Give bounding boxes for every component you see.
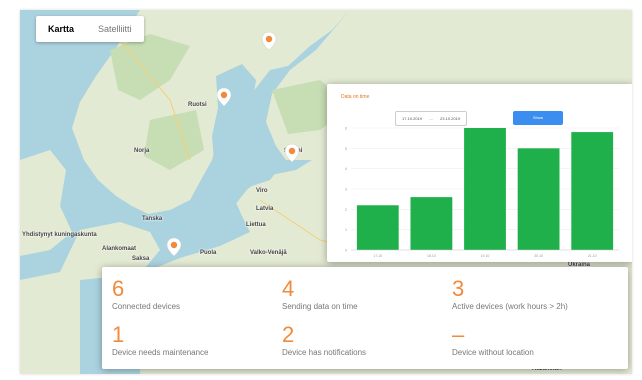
map-label-estonia: Viro [256, 188, 268, 194]
map-label-lithuania: Liettua [246, 222, 266, 228]
x-tick-label: 18.10 [427, 254, 436, 258]
map-label-poland: Puola [200, 250, 217, 256]
y-tick-label: 3 [345, 188, 347, 192]
x-tick-label: 20.10 [534, 254, 543, 258]
chart-bar[interactable] [356, 205, 399, 250]
map-label-uk: Yhdistynyt kuningaskunta [22, 232, 97, 238]
chart-bar[interactable] [571, 132, 614, 250]
y-tick-label: 6 [345, 127, 347, 131]
stat-has-notifications: 2 Device has notifications [282, 322, 367, 358]
stat-label: Active devices (work hours > 2h) [452, 302, 568, 311]
y-tick-label: 4 [345, 167, 347, 171]
stat-label: Device needs maintenance [112, 348, 209, 357]
map-type-satellite-button[interactable]: Satelliitti [86, 16, 144, 42]
y-tick-label: 5 [345, 147, 347, 151]
stat-label: Device without location [452, 348, 534, 357]
map-label-denmark: Tanska [142, 216, 163, 222]
map-label-norway: Norja [134, 148, 150, 154]
stat-sending-on-time: 4 Sending data on time [282, 276, 358, 312]
y-tick-label: 1 [345, 228, 347, 232]
stat-value: 2 [282, 322, 295, 347]
y-tick-label: 0 [345, 249, 347, 253]
map-pin-icon[interactable] [217, 88, 231, 106]
x-tick-label: 19.10 [481, 254, 490, 258]
stat-label: Connected devices [112, 302, 181, 311]
stat-active-devices: 3 Active devices (work hours > 2h) [452, 276, 568, 312]
bar-chart: 0 1 2 3 4 5 6 17.10 18.10 19.10 20.10 21.10 [345, 127, 619, 258]
stat-value: 6 [112, 276, 125, 301]
chart-bar[interactable] [517, 148, 560, 250]
map-label-sweden: Ruotsi [188, 102, 207, 108]
map-type-map-button[interactable]: Kartta [36, 16, 86, 42]
map-label-latvia: Latvia [256, 206, 274, 212]
stat-without-location: – Device without location [452, 322, 534, 358]
stat-label: Sending data on time [282, 302, 358, 311]
map-pin-icon[interactable] [167, 238, 181, 256]
map-label-netherlands: Alankomaat [102, 246, 137, 252]
map-label-belarus: Valko-Venäjä [250, 250, 287, 256]
stat-value: 3 [452, 276, 465, 301]
stat-value: 1 [112, 322, 125, 347]
chart-card: Data on time 17.10.2019 — 23.10.2019 Sho… [327, 84, 632, 262]
stat-label: Device has notifications [282, 348, 367, 357]
y-tick-label: 2 [345, 208, 347, 212]
x-tick-label: 17.10 [373, 254, 382, 258]
map-label-germany: Saksa [132, 256, 150, 262]
chart-bar[interactable] [410, 197, 453, 250]
map-pin-icon[interactable] [262, 32, 276, 50]
map-pin-icon[interactable] [285, 144, 299, 162]
map-type-control: Kartta Satelliitti [36, 16, 144, 42]
stat-needs-maintenance: 1 Device needs maintenance [112, 322, 209, 358]
stat-connected-devices: 6 Connected devices [112, 276, 181, 312]
x-tick-label: 21.10 [588, 254, 597, 258]
dashboard-frame: Ruotsi Norja Suomi Viro Latvia Liettua P… [20, 10, 632, 374]
stat-value: – [452, 322, 465, 347]
chart-bar[interactable] [464, 128, 506, 250]
stats-card: 6 Connected devices 4 Sending data on ti… [102, 267, 628, 369]
stat-value: 4 [282, 276, 295, 301]
